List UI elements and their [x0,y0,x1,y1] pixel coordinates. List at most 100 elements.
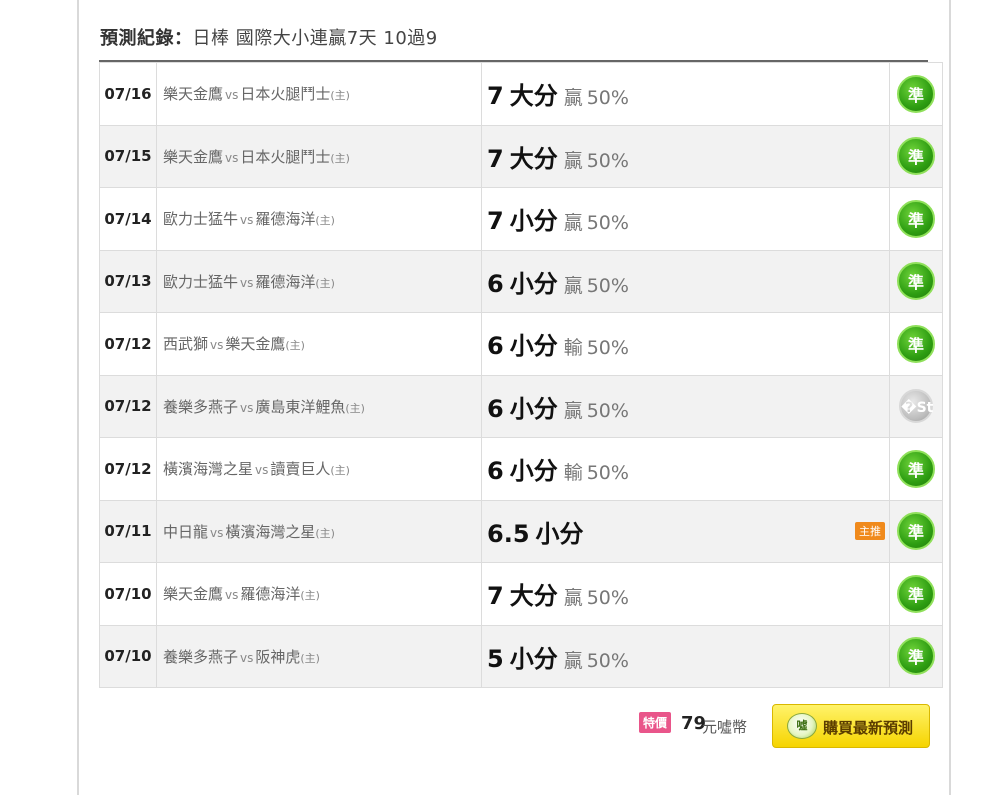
prediction-line: 5 [487,644,504,673]
prediction-percent: 50% [586,87,629,110]
vs-label: vs [225,150,239,165]
record-matchup: 歐力士猛牛 vs 羅德海洋(主) [156,187,482,251]
vs-label: vs [210,338,224,353]
record-prediction: 7 大分贏 50% [481,562,890,626]
result-badge: 準 [897,637,935,676]
prediction-line: 6 [487,394,504,423]
record-date: 07/14 [99,187,157,251]
prediction-kind: 小分 [509,207,558,236]
prediction-kind: 小分 [509,457,558,486]
price-currency: 元噓幣 [702,718,748,736]
record-matchup: 養樂多燕子 vs 阪神虎(主) [156,624,482,688]
home-marker: (主) [330,464,350,478]
home-team: 羅德海洋 [255,210,316,229]
heading-description: 日棒 國際大小連贏7天 10過9 [192,28,438,49]
home-marker: (主) [300,589,320,603]
record-date: 07/12 [99,374,157,438]
prediction-percent: 50% [586,212,629,235]
home-team: 羅德海洋 [255,272,316,291]
home-team: 日本火腿鬥士 [240,147,331,166]
home-marker: (主) [330,89,350,103]
prediction-outcome: 贏 [563,212,583,235]
prediction-kind: 小分 [509,644,558,673]
record-result: 準 [889,562,943,626]
record-date: 07/12 [99,312,157,376]
record-matchup: 樂天金鷹 vs 日本火腿鬥士(主) [156,62,482,126]
result-badge: 準 [897,137,935,176]
prediction-percent: 50% [586,462,629,485]
table-row: 07/15 樂天金鷹 vs 日本火腿鬥士(主) 7 大分贏 50% 準 [99,124,943,188]
vs-label: vs [240,213,254,228]
record-result: 準 [889,312,943,376]
left-border [77,0,79,795]
prediction-outcome: 贏 [563,274,583,297]
prediction-kind: 大分 [509,144,558,173]
away-team: 養樂多燕子 [163,397,239,416]
home-team: 羅德海洋 [240,585,301,604]
record-matchup: 歐力士猛牛 vs 羅德海洋(主) [156,249,482,313]
prediction-line: 7 [487,582,504,611]
prediction-line: 7 [487,82,504,111]
away-team: 西武獅 [163,335,209,354]
record-result: 準 [889,124,943,188]
prediction-line: 7 [487,207,504,236]
prediction-outcome: 贏 [563,649,583,672]
result-badge: 準 [897,262,935,301]
table-row: 07/12 橫濱海灣之星 vs 讀賣巨人(主) 6 小分輸 50% 準 [99,437,943,501]
home-team: 日本火腿鬥士 [240,85,331,104]
right-border [949,0,951,795]
home-team: 橫濱海灣之星 [225,522,316,541]
prediction-line: 6 [487,457,504,486]
home-marker: (主) [315,526,335,540]
home-marker: (主) [285,339,305,353]
table-row: 07/16 樂天金鷹 vs 日本火腿鬥士(主) 7 大分贏 50% 準 [99,62,943,126]
result-badge: 準 [897,574,935,613]
record-prediction: 6.5 小分 主推 [481,499,890,563]
home-team: 樂天金鷹 [225,335,286,354]
record-matchup: 養樂多燕子 vs 廣島東洋鯉魚(主) [156,374,482,438]
record-result: 準 [889,499,943,563]
vs-label: vs [225,88,239,103]
vs-label: vs [210,525,224,540]
prediction-percent: 50% [586,649,629,672]
record-result: 準 [889,437,943,501]
table-row: 07/12 養樂多燕子 vs 廣島東洋鯉魚(主) 6 小分贏 50% �St [99,374,943,438]
home-team: 阪神虎 [255,647,301,666]
record-prediction: 7 小分贏 50% [481,187,890,251]
record-result: 準 [889,624,943,688]
prediction-percent: 50% [586,149,629,172]
home-marker: (主) [330,151,350,165]
away-team: 中日龍 [163,522,209,541]
table-row: 07/13 歐力士猛牛 vs 羅德海洋(主) 6 小分贏 50% 準 [99,249,943,313]
vs-label: vs [240,400,254,415]
record-date: 07/12 [99,437,157,501]
record-result: 準 [889,187,943,251]
prediction-outcome: 贏 [563,149,583,172]
prediction-outcome: 贏 [563,587,583,610]
record-matchup: 樂天金鷹 vs 日本火腿鬥士(主) [156,124,482,188]
vs-label: vs [240,275,254,290]
result-badge: 準 [897,324,935,363]
record-date: 07/11 [99,499,157,563]
record-prediction: 5 小分贏 50% [481,624,890,688]
prediction-records-table: 07/16 樂天金鷹 vs 日本火腿鬥士(主) 7 大分贏 50% 準 07/15 樂天金鷹 vs 日… [99,62,943,688]
away-team: 歐力士猛牛 [163,210,239,229]
record-matchup: 西武獅 vs 樂天金鷹(主) [156,312,482,376]
prediction-percent: 50% [586,274,629,297]
result-badge: 準 [897,512,935,551]
result-badge: 準 [897,449,935,488]
record-date: 07/13 [99,249,157,313]
prediction-outcome: 輸 [563,462,583,485]
record-date: 07/10 [99,624,157,688]
vs-label: vs [240,650,254,665]
prediction-kind: 大分 [509,82,558,111]
home-marker: (主) [315,276,335,290]
result-badge: �St [899,389,933,424]
away-team: 樂天金鷹 [163,147,224,166]
prediction-line: 6 [487,269,504,298]
purchase-area: 特價 79 元噓幣 噓 購買最新預測 [639,704,931,748]
buy-latest-prediction-button[interactable]: 噓 購買最新預測 [772,704,930,748]
record-prediction: 7 大分贏 50% [481,62,890,126]
record-matchup: 樂天金鷹 vs 羅德海洋(主) [156,562,482,626]
away-team: 樂天金鷹 [163,585,224,604]
